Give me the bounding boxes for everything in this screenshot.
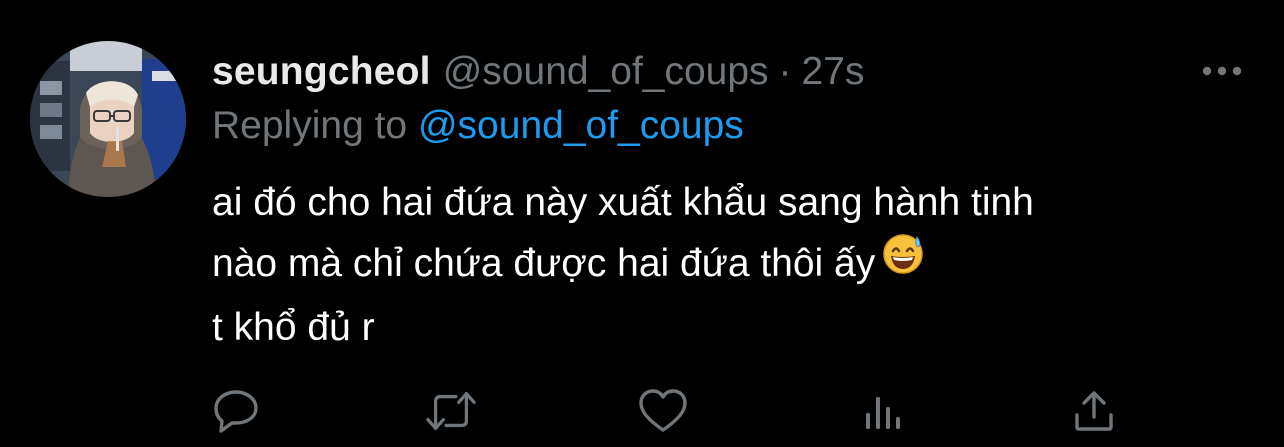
- tweet-text-line: ai đó cho hai đứa này xuất khẩu sang hàn…: [212, 181, 1034, 224]
- like-button[interactable]: [637, 386, 689, 436]
- replying-to-label: Replying to: [212, 104, 408, 147]
- retweet-button[interactable]: [425, 386, 477, 436]
- grinning-face-with-sweat-icon: [881, 231, 925, 293]
- tweet-text: ai đó cho hai đứa này xuất khẩu sang hàn…: [212, 172, 1262, 358]
- user-handle[interactable]: @sound_of_coups: [443, 46, 769, 98]
- retweet-icon: [426, 392, 476, 430]
- analytics-icon: [866, 397, 900, 429]
- share-button[interactable]: [1068, 386, 1120, 436]
- tweet-text-line-with-emoji: nào mà chỉ chứa được hai đứa thôi ấy: [212, 233, 1262, 297]
- display-name[interactable]: seungcheol: [212, 46, 431, 98]
- timestamp[interactable]: 27s: [802, 46, 865, 98]
- heart-icon: [639, 389, 687, 432]
- more-horizontal-icon: [1202, 66, 1242, 76]
- more-options-button[interactable]: [1196, 54, 1248, 88]
- replying-to: Replying to @sound_of_coups: [212, 100, 744, 152]
- tweet-text-line: t khổ đủ r: [212, 305, 375, 349]
- reply-button[interactable]: [210, 386, 262, 436]
- tweet-actions: [0, 386, 1284, 436]
- views-button[interactable]: [856, 386, 908, 436]
- tweet[interactable]: seungcheol @sound_of_coups · 27s Replyin…: [0, 0, 1284, 447]
- reply-handle-link[interactable]: @sound_of_coups: [418, 104, 744, 147]
- reply-icon: [214, 390, 258, 433]
- tweet-header: seungcheol @sound_of_coups · 27s: [212, 46, 864, 98]
- separator-dot: ·: [778, 50, 792, 93]
- share-icon: [1075, 391, 1113, 431]
- tweet-text-line: nào mà chỉ chứa được hai đứa thôi ấy: [212, 242, 876, 285]
- avatar-image: [30, 41, 186, 197]
- avatar[interactable]: [30, 41, 186, 197]
